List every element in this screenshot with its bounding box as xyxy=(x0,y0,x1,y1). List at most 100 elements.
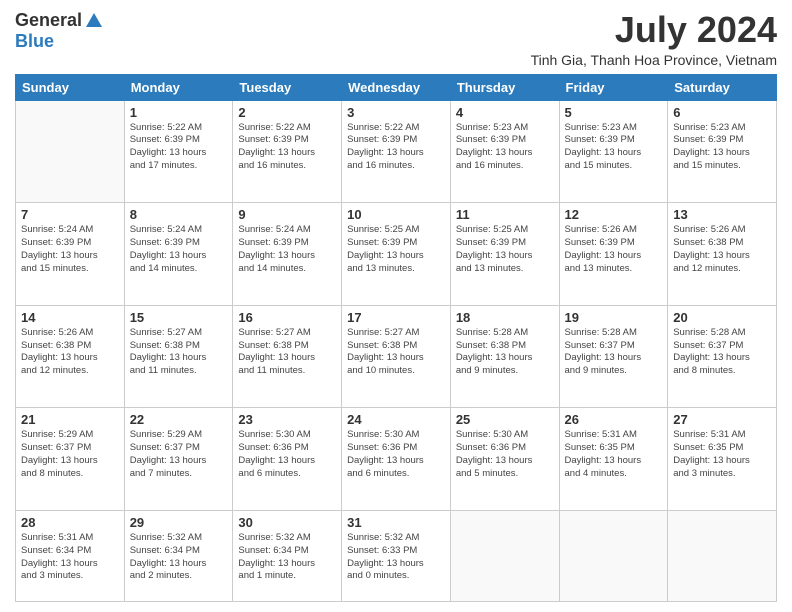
day-info: Sunrise: 5:27 AM Sunset: 6:38 PM Dayligh… xyxy=(238,327,336,378)
day-info: Sunrise: 5:28 AM Sunset: 6:37 PM Dayligh… xyxy=(673,327,771,378)
day-info: Sunrise: 5:27 AM Sunset: 6:38 PM Dayligh… xyxy=(130,327,228,378)
day-info: Sunrise: 5:26 AM Sunset: 6:38 PM Dayligh… xyxy=(673,224,771,275)
month-title: July 2024 xyxy=(531,10,777,50)
day-info: Sunrise: 5:29 AM Sunset: 6:37 PM Dayligh… xyxy=(21,429,119,480)
day-number: 25 xyxy=(456,412,554,427)
day-number: 11 xyxy=(456,207,554,222)
day-number: 6 xyxy=(673,105,771,120)
calendar-body: 1 Sunrise: 5:22 AM Sunset: 6:39 PM Daylig… xyxy=(16,100,777,601)
day-number: 17 xyxy=(347,310,445,325)
day-info: Sunrise: 5:31 AM Sunset: 6:35 PM Dayligh… xyxy=(565,429,663,480)
day-number: 3 xyxy=(347,105,445,120)
calendar-cell: 5 Sunrise: 5:23 AM Sunset: 6:39 PM Daylig… xyxy=(559,100,668,203)
calendar-cell: 4 Sunrise: 5:23 AM Sunset: 6:39 PM Daylig… xyxy=(450,100,559,203)
day-info: Sunrise: 5:31 AM Sunset: 6:34 PM Dayligh… xyxy=(21,532,119,583)
day-number: 26 xyxy=(565,412,663,427)
day-info: Sunrise: 5:31 AM Sunset: 6:35 PM Dayligh… xyxy=(673,429,771,480)
col-thursday: Thursday xyxy=(450,74,559,100)
logo-icon xyxy=(84,11,104,31)
page: General Blue July 2024 Tinh Gia, Thanh H… xyxy=(0,0,792,612)
day-info: Sunrise: 5:22 AM Sunset: 6:39 PM Dayligh… xyxy=(238,122,336,173)
calendar-cell: 23Sunrise: 5:30 AM Sunset: 6:36 PM Dayli… xyxy=(233,408,342,511)
week-row-2: 7 Sunrise: 5:24 AM Sunset: 6:39 PM Daylig… xyxy=(16,203,777,306)
day-info: Sunrise: 5:25 AM Sunset: 6:39 PM Dayligh… xyxy=(347,224,445,275)
day-number: 2 xyxy=(238,105,336,120)
day-info: Sunrise: 5:30 AM Sunset: 6:36 PM Dayligh… xyxy=(347,429,445,480)
day-number: 8 xyxy=(130,207,228,222)
day-info: Sunrise: 5:32 AM Sunset: 6:34 PM Dayligh… xyxy=(130,532,228,583)
week-row-4: 21 Sunrise: 5:29 AM Sunset: 6:37 PM Dayli… xyxy=(16,408,777,511)
calendar-cell: 15 Sunrise: 5:27 AM Sunset: 6:38 PM Dayli… xyxy=(124,305,233,408)
calendar-cell: 20 Sunrise: 5:28 AM Sunset: 6:37 PM Dayli… xyxy=(668,305,777,408)
calendar-cell: 9Sunrise: 5:24 AM Sunset: 6:39 PM Daylig… xyxy=(233,203,342,306)
col-sunday: Sunday xyxy=(16,74,125,100)
calendar-cell: 11Sunrise: 5:25 AM Sunset: 6:39 PM Dayli… xyxy=(450,203,559,306)
day-number: 22 xyxy=(130,412,228,427)
calendar-cell xyxy=(16,100,125,203)
week-row-5: 28 Sunrise: 5:31 AM Sunset: 6:34 PM Dayli… xyxy=(16,511,777,602)
day-number: 14 xyxy=(21,310,119,325)
calendar-cell: 18Sunrise: 5:28 AM Sunset: 6:38 PM Dayli… xyxy=(450,305,559,408)
day-number: 4 xyxy=(456,105,554,120)
day-info: Sunrise: 5:24 AM Sunset: 6:39 PM Dayligh… xyxy=(21,224,119,275)
day-info: Sunrise: 5:29 AM Sunset: 6:37 PM Dayligh… xyxy=(130,429,228,480)
calendar-cell: 26 Sunrise: 5:31 AM Sunset: 6:35 PM Dayli… xyxy=(559,408,668,511)
day-number: 1 xyxy=(130,105,228,120)
day-info: Sunrise: 5:22 AM Sunset: 6:39 PM Dayligh… xyxy=(130,122,228,173)
day-info: Sunrise: 5:28 AM Sunset: 6:37 PM Dayligh… xyxy=(565,327,663,378)
calendar-cell: 16 Sunrise: 5:27 AM Sunset: 6:38 PM Dayli… xyxy=(233,305,342,408)
col-friday: Friday xyxy=(559,74,668,100)
day-info: Sunrise: 5:23 AM Sunset: 6:39 PM Dayligh… xyxy=(673,122,771,173)
calendar-cell: 25 Sunrise: 5:30 AM Sunset: 6:36 PM Dayli… xyxy=(450,408,559,511)
calendar-cell: 14 Sunrise: 5:26 AM Sunset: 6:38 PM Dayli… xyxy=(16,305,125,408)
day-info: Sunrise: 5:26 AM Sunset: 6:38 PM Dayligh… xyxy=(21,327,119,378)
logo: General Blue xyxy=(15,10,104,52)
col-saturday: Saturday xyxy=(668,74,777,100)
day-info: Sunrise: 5:24 AM Sunset: 6:39 PM Dayligh… xyxy=(130,224,228,275)
col-monday: Monday xyxy=(124,74,233,100)
day-number: 7 xyxy=(21,207,119,222)
calendar-cell: 1 Sunrise: 5:22 AM Sunset: 6:39 PM Daylig… xyxy=(124,100,233,203)
day-number: 5 xyxy=(565,105,663,120)
day-number: 19 xyxy=(565,310,663,325)
day-number: 20 xyxy=(673,310,771,325)
day-number: 24 xyxy=(347,412,445,427)
calendar-header-row: Sunday Monday Tuesday Wednesday Thursday… xyxy=(16,74,777,100)
calendar-cell xyxy=(450,511,559,602)
col-tuesday: Tuesday xyxy=(233,74,342,100)
title-section: July 2024 Tinh Gia, Thanh Hoa Province, … xyxy=(531,10,777,68)
day-info: Sunrise: 5:22 AM Sunset: 6:39 PM Dayligh… xyxy=(347,122,445,173)
day-number: 28 xyxy=(21,515,119,530)
day-number: 10 xyxy=(347,207,445,222)
day-info: Sunrise: 5:23 AM Sunset: 6:39 PM Dayligh… xyxy=(565,122,663,173)
day-info: Sunrise: 5:32 AM Sunset: 6:34 PM Dayligh… xyxy=(238,532,336,583)
calendar-cell xyxy=(668,511,777,602)
calendar-cell: 6 Sunrise: 5:23 AM Sunset: 6:39 PM Daylig… xyxy=(668,100,777,203)
day-number: 15 xyxy=(130,310,228,325)
day-info: Sunrise: 5:30 AM Sunset: 6:36 PM Dayligh… xyxy=(456,429,554,480)
day-number: 16 xyxy=(238,310,336,325)
calendar-cell: 19 Sunrise: 5:28 AM Sunset: 6:37 PM Dayli… xyxy=(559,305,668,408)
day-number: 31 xyxy=(347,515,445,530)
location-title: Tinh Gia, Thanh Hoa Province, Vietnam xyxy=(531,52,777,68)
day-number: 27 xyxy=(673,412,771,427)
calendar-cell: 2 Sunrise: 5:22 AM Sunset: 6:39 PM Daylig… xyxy=(233,100,342,203)
calendar-cell: 21 Sunrise: 5:29 AM Sunset: 6:37 PM Dayli… xyxy=(16,408,125,511)
day-info: Sunrise: 5:24 AM Sunset: 6:39 PM Dayligh… xyxy=(238,224,336,275)
calendar-cell: 10 Sunrise: 5:25 AM Sunset: 6:39 PM Dayli… xyxy=(342,203,451,306)
calendar-cell: 22 Sunrise: 5:29 AM Sunset: 6:37 PM Dayli… xyxy=(124,408,233,511)
calendar-cell: 31Sunrise: 5:32 AM Sunset: 6:33 PM Dayli… xyxy=(342,511,451,602)
day-number: 21 xyxy=(21,412,119,427)
header: General Blue July 2024 Tinh Gia, Thanh H… xyxy=(15,10,777,68)
day-info: Sunrise: 5:26 AM Sunset: 6:39 PM Dayligh… xyxy=(565,224,663,275)
day-info: Sunrise: 5:23 AM Sunset: 6:39 PM Dayligh… xyxy=(456,122,554,173)
calendar-cell: 8 Sunrise: 5:24 AM Sunset: 6:39 PM Daylig… xyxy=(124,203,233,306)
day-info: Sunrise: 5:28 AM Sunset: 6:38 PM Dayligh… xyxy=(456,327,554,378)
day-number: 12 xyxy=(565,207,663,222)
calendar-cell: 24 Sunrise: 5:30 AM Sunset: 6:36 PM Dayli… xyxy=(342,408,451,511)
logo-general-text: General xyxy=(15,10,82,31)
calendar-cell: 12 Sunrise: 5:26 AM Sunset: 6:39 PM Dayli… xyxy=(559,203,668,306)
day-info: Sunrise: 5:27 AM Sunset: 6:38 PM Dayligh… xyxy=(347,327,445,378)
calendar-cell: 29Sunrise: 5:32 AM Sunset: 6:34 PM Dayli… xyxy=(124,511,233,602)
calendar-cell xyxy=(559,511,668,602)
